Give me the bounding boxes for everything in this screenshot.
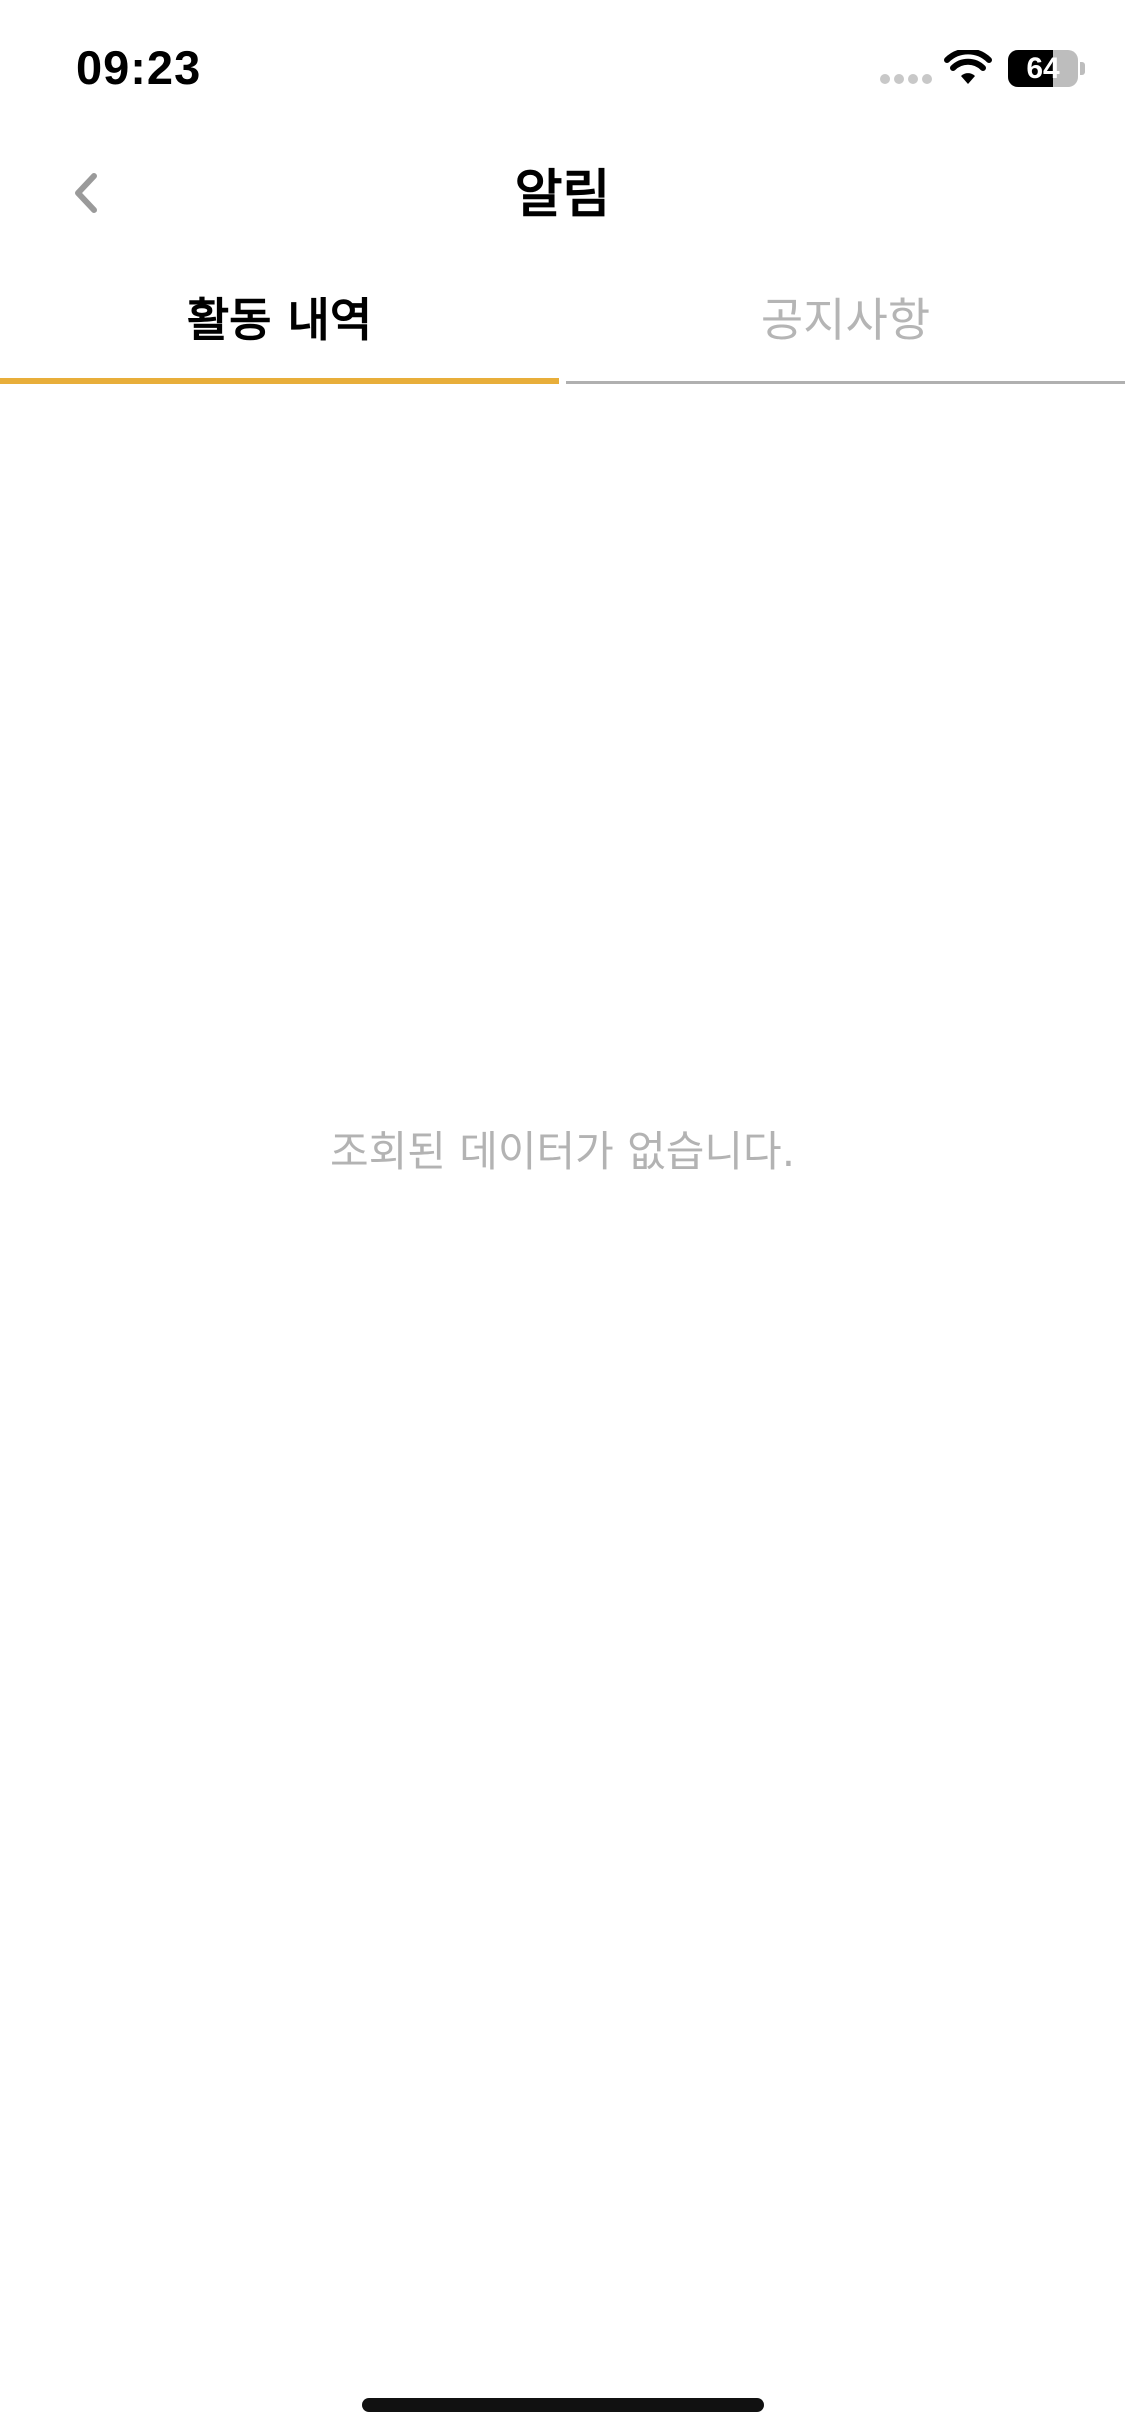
tab-bar: 활동 내역 공지사항 (0, 262, 1125, 384)
empty-state-message: 조회된 데이터가 없습니다. (329, 1127, 796, 1176)
chevron-left-icon (75, 173, 97, 213)
tab-activity-history[interactable]: 활동 내역 (0, 262, 559, 384)
page-title: 알림 (514, 165, 611, 225)
tab-inactive-indicator (566, 381, 1125, 384)
cellular-signal-icon (880, 74, 932, 84)
wifi-icon (944, 50, 992, 84)
nav-bar: 알림 (0, 140, 1125, 250)
tab-label: 활동 내역 (186, 293, 373, 347)
home-indicator[interactable] (362, 2398, 764, 2412)
tab-active-indicator (0, 378, 559, 384)
status-time: 09:23 (76, 41, 202, 94)
back-button[interactable] (50, 158, 120, 228)
tab-notices[interactable]: 공지사항 (566, 262, 1125, 384)
tab-label: 공지사항 (760, 293, 931, 347)
battery-cap (1080, 62, 1085, 75)
battery-icon: 64 (1008, 50, 1078, 87)
battery-level: 64 (1026, 52, 1060, 85)
status-bar: 09:23 64 (0, 0, 1125, 140)
